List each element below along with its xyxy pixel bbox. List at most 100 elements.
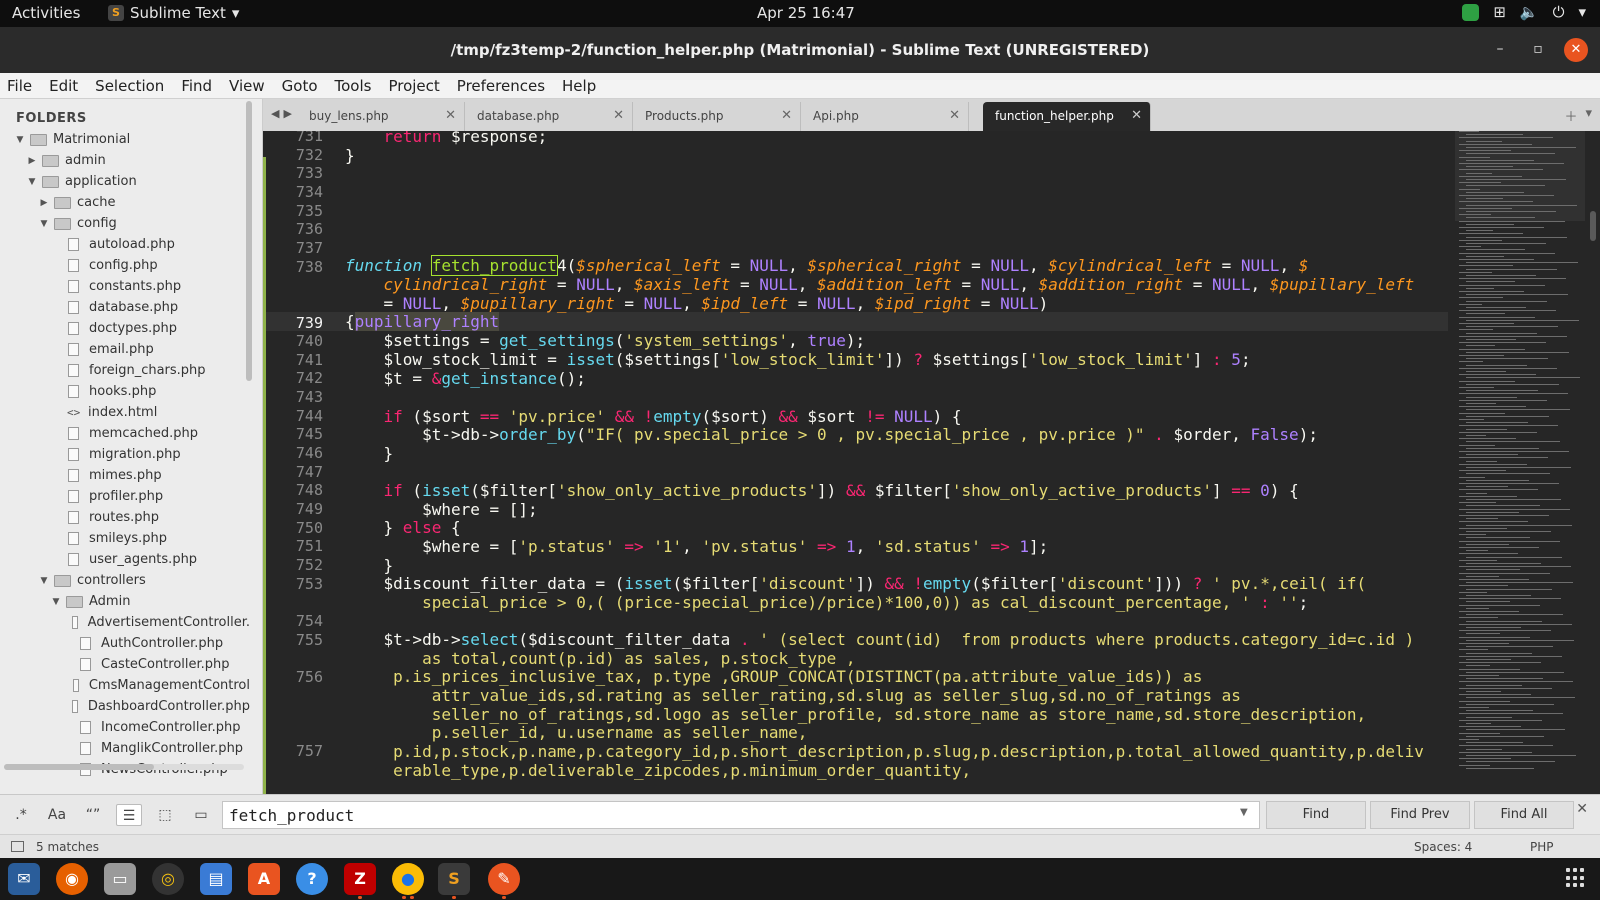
syntax-selector[interactable]: PHP	[1530, 840, 1554, 854]
sublime-text-icon[interactable]: S	[438, 863, 470, 895]
chrome-icon[interactable]: ●	[392, 863, 424, 895]
chevron-down-icon[interactable]: ▼	[38, 219, 50, 229]
sidebar-horizontal-scrollbar[interactable]	[4, 764, 154, 770]
sidebar-folder[interactable]: ▼ controllers	[0, 570, 250, 591]
menu-find[interactable]: Find	[181, 77, 212, 95]
help-icon[interactable]: ?	[296, 863, 328, 895]
close-icon[interactable]: ✕	[1131, 108, 1142, 123]
sidebar-file[interactable]: user_agents.php	[0, 549, 250, 570]
tab-function-helper[interactable]: function_helper.php ✕	[983, 102, 1151, 131]
chevron-down-icon[interactable]: ▼	[38, 576, 50, 586]
sidebar-file[interactable]: memcached.php	[0, 423, 250, 444]
sidebar-file[interactable]: config.php	[0, 255, 250, 276]
sidebar-folder[interactable]: ▼ config	[0, 213, 250, 234]
sidebar-file[interactable]: CmsManagementControl	[0, 675, 250, 696]
find-all-button[interactable]: Find All	[1474, 801, 1574, 829]
system-tray[interactable]: ⊞ 🔈 ⏻ ▾	[1462, 3, 1586, 21]
sidebar-file[interactable]: DashboardController.php	[0, 696, 250, 717]
security-shield-icon[interactable]	[1462, 3, 1480, 21]
sidebar-folder[interactable]: ▶ admin	[0, 150, 250, 171]
sidebar-file[interactable]: migration.php	[0, 444, 250, 465]
menu-file[interactable]: File	[7, 77, 32, 95]
chevron-right-icon[interactable]: ▶	[26, 156, 38, 166]
sidebar-file[interactable]: ManglikController.php	[0, 738, 250, 759]
app-menu[interactable]: S Sublime Text ▾	[108, 4, 239, 22]
sidebar-file[interactable]: IncomeController.php	[0, 717, 250, 738]
sidebar-folder[interactable]: ▶ cache	[0, 192, 250, 213]
find-prev-button[interactable]: Find Prev	[1370, 801, 1470, 829]
sidebar-folder[interactable]: ▼ Admin	[0, 591, 250, 612]
tab-buy-lens[interactable]: buy_lens.php ✕	[297, 102, 465, 131]
whole-word-toggle[interactable]: “”	[80, 804, 106, 826]
network-icon[interactable]: ⊞	[1493, 3, 1506, 21]
tab-api[interactable]: Api.php ✕	[801, 102, 969, 131]
chevron-down-icon[interactable]: ▼	[14, 135, 26, 145]
in-selection-toggle[interactable]: ⬚	[152, 804, 178, 826]
maximize-icon[interactable]: ▫	[1526, 38, 1550, 62]
minimize-icon[interactable]: –	[1488, 38, 1512, 62]
code-editor[interactable]: 731 732 733 734 735 736 737 738 739 740 741 742 743 7…	[263, 131, 1600, 794]
sidebar-file[interactable]: profiler.php	[0, 486, 250, 507]
close-icon[interactable]: ✕	[613, 108, 624, 123]
find-history-dropdown-icon[interactable]: ▼	[1240, 807, 1248, 818]
menu-project[interactable]: Project	[388, 77, 439, 95]
clock[interactable]: Apr 25 16:47	[757, 4, 855, 22]
highlight-matches-toggle[interactable]: ▭	[188, 804, 214, 826]
sidebar-file[interactable]: constants.php	[0, 276, 250, 297]
firefox-icon[interactable]: ◉	[56, 863, 88, 895]
menu-view[interactable]: View	[229, 77, 265, 95]
menu-help[interactable]: Help	[562, 77, 596, 95]
panel-toggle-icon[interactable]	[11, 841, 24, 852]
sidebar-file[interactable]: foreign_chars.php	[0, 360, 250, 381]
sidebar-file[interactable]: doctypes.php	[0, 318, 250, 339]
sidebar-file[interactable]: hooks.php	[0, 381, 250, 402]
find-button[interactable]: Find	[1266, 801, 1366, 829]
new-tab-icon[interactable]: ＋	[1564, 106, 1577, 125]
sidebar-file[interactable]: database.php	[0, 297, 250, 318]
sidebar-file[interactable]: AdvertisementController.	[0, 612, 250, 633]
postman-icon[interactable]: ✎	[488, 863, 520, 895]
chevron-down-icon[interactable]: ▼	[26, 177, 38, 187]
menu-selection[interactable]: Selection	[95, 77, 164, 95]
tab-database[interactable]: database.php ✕	[465, 102, 633, 131]
tab-products[interactable]: Products.php ✕	[633, 102, 801, 131]
rhythmbox-icon[interactable]: ◎	[152, 863, 184, 895]
sidebar-file[interactable]: smileys.php	[0, 528, 250, 549]
menu-goto[interactable]: Goto	[282, 77, 318, 95]
sidebar-file[interactable]: mimes.php	[0, 465, 250, 486]
software-center-icon[interactable]: A	[248, 863, 280, 895]
regex-toggle[interactable]: .*	[8, 804, 34, 826]
power-icon[interactable]: ⏻	[1553, 3, 1565, 21]
sidebar-vertical-scrollbar[interactable]	[246, 101, 252, 381]
case-sensitive-toggle[interactable]: Aa	[44, 804, 70, 826]
sidebar-folder[interactable]: ▼ application	[0, 171, 250, 192]
close-icon[interactable]: ✕	[781, 108, 792, 123]
writer-icon[interactable]: ▤	[200, 863, 232, 895]
menu-tools[interactable]: Tools	[335, 77, 372, 95]
sidebar-file[interactable]: email.php	[0, 339, 250, 360]
thunderbird-icon[interactable]: ✉	[8, 863, 40, 895]
files-icon[interactable]: ▭	[104, 863, 136, 895]
indentation-setting[interactable]: Spaces: 4	[1414, 840, 1472, 854]
sidebar-file[interactable]: <> index.html	[0, 402, 250, 423]
menu-edit[interactable]: Edit	[49, 77, 78, 95]
chevron-down-icon[interactable]: ▾	[1578, 3, 1586, 21]
editor-vertical-scrollbar[interactable]	[1590, 211, 1596, 241]
close-icon[interactable]: ✕	[445, 108, 456, 123]
sidebar-file[interactable]: routes.php	[0, 507, 250, 528]
sidebar-folder[interactable]: ▼ Matrimonial	[0, 129, 250, 150]
wrap-toggle[interactable]: ☰	[116, 804, 142, 826]
chevron-down-icon[interactable]: ▼	[50, 597, 62, 607]
close-icon[interactable]: ✕	[1576, 801, 1588, 817]
minimap[interactable]	[1455, 131, 1585, 794]
find-input[interactable]: fetch_product	[222, 801, 1260, 829]
menu-preferences[interactable]: Preferences	[457, 77, 545, 95]
close-icon[interactable]: ✕	[949, 108, 960, 123]
show-applications-icon[interactable]	[1566, 868, 1586, 888]
chevron-right-icon[interactable]: ▶	[38, 198, 50, 208]
sidebar-file[interactable]: CasteController.php	[0, 654, 250, 675]
tab-nav-arrows[interactable]: ◀▶	[271, 107, 296, 120]
close-icon[interactable]: ✕	[1564, 38, 1588, 62]
filezilla-icon[interactable]: Z	[344, 863, 376, 895]
tab-list-icon[interactable]: ▾	[1585, 106, 1592, 125]
